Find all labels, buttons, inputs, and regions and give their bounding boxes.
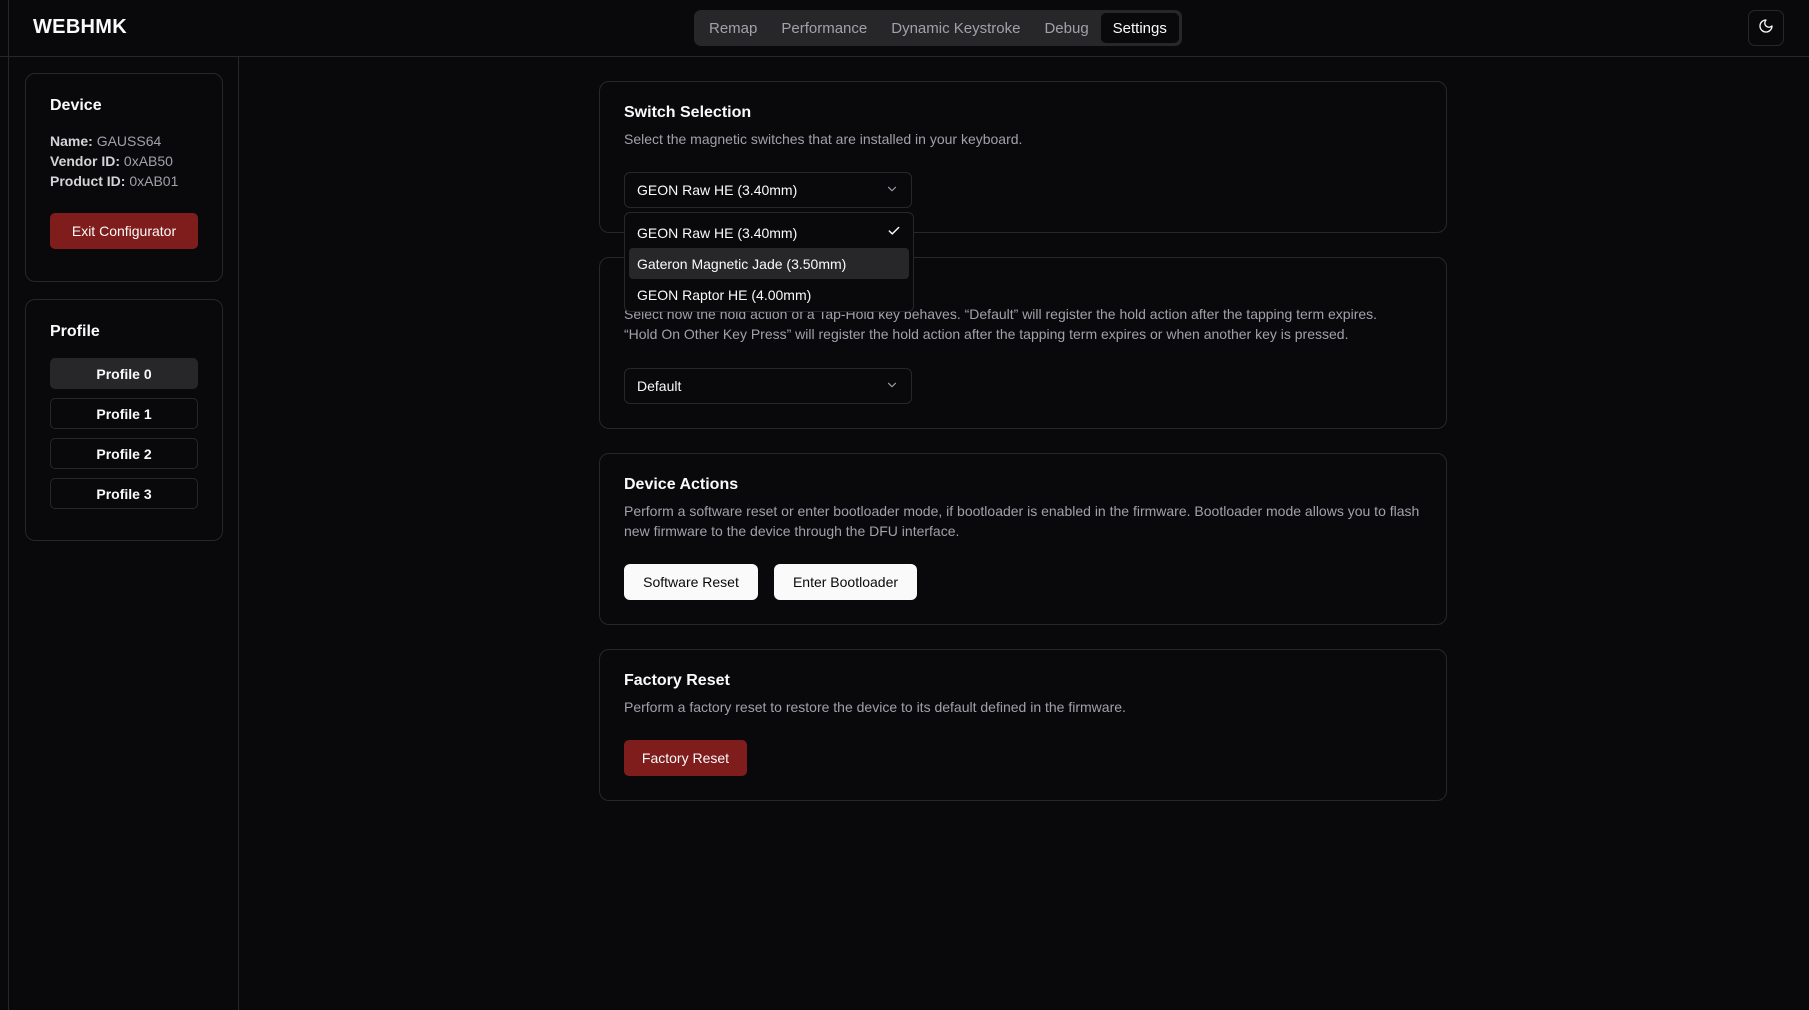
product-id-value: 0xAB01 [129, 173, 179, 189]
theme-toggle-button[interactable] [1748, 10, 1784, 46]
device-card-title: Device [50, 97, 102, 114]
device-actions-title: Device Actions [624, 476, 739, 493]
profile-card: Profile Profile 0 Profile 1 Profile 2 Pr… [25, 299, 223, 541]
factory-reset-description: Perform a factory reset to restore the d… [624, 699, 1126, 715]
switch-option-label: Gateron Magnetic Jade (3.50mm) [637, 255, 847, 272]
tab-settings[interactable]: Settings [1100, 13, 1179, 43]
profile-2-button[interactable]: Profile 2 [50, 438, 198, 469]
switch-option-label: GEON Raw HE (3.40mm) [637, 224, 798, 241]
top-header: WEBHMK Remap Performance Dynamic Keystro… [0, 0, 1809, 57]
tab-debug[interactable]: Debug [1032, 13, 1100, 43]
main-nav-tabs: Remap Performance Dynamic Keystroke Debu… [694, 10, 1182, 46]
vendor-id-row: Vendor ID: 0xAB50 [50, 151, 198, 171]
enter-bootloader-button[interactable]: Enter Bootloader [774, 564, 917, 600]
tap-hold-select[interactable]: Default [624, 368, 912, 404]
switch-option-label: GEON Raptor HE (4.00mm) [637, 286, 812, 303]
switch-option-geon-raw-he[interactable]: GEON Raw HE (3.40mm) [629, 217, 909, 248]
switch-select[interactable]: GEON Raw HE (3.40mm) [624, 172, 912, 208]
switch-selection-title: Switch Selection [624, 104, 752, 121]
switch-selection-card: Switch Selection Select the magnetic swi… [599, 81, 1447, 233]
chevron-down-icon [885, 182, 899, 199]
factory-reset-card: Factory Reset Perform a factory reset to… [599, 649, 1447, 801]
switch-option-gateron-magnetic-jade[interactable]: Gateron Magnetic Jade (3.50mm) [629, 248, 909, 279]
chevron-down-icon [885, 378, 899, 395]
sidebar-divider [238, 57, 239, 1010]
switch-select-dropdown: GEON Raw HE (3.40mm) Gateron Magnetic Ja… [624, 212, 914, 312]
profile-card-title: Profile [50, 323, 100, 340]
moon-icon [1758, 18, 1774, 39]
tap-hold-description-line2: “Hold On Other Key Press” will register … [624, 326, 1349, 342]
vendor-id-value: 0xAB50 [123, 153, 173, 169]
device-info: Name: GAUSS64 Vendor ID: 0xAB50 Product … [50, 131, 198, 191]
tab-dynamic-keystroke[interactable]: Dynamic Keystroke [879, 13, 1032, 43]
software-reset-button[interactable]: Software Reset [624, 564, 758, 600]
device-name-value: GAUSS64 [96, 133, 162, 149]
left-edge-divider [8, 0, 9, 1010]
factory-reset-button[interactable]: Factory Reset [624, 740, 747, 776]
tab-remap[interactable]: Remap [697, 13, 769, 43]
device-actions-description: Perform a software reset or enter bootlo… [624, 503, 1420, 539]
device-actions-card: Device Actions Perform a software reset … [599, 453, 1447, 625]
check-icon [887, 224, 901, 241]
device-card: Device Name: GAUSS64 Vendor ID: 0xAB50 P… [25, 73, 223, 282]
exit-configurator-button[interactable]: Exit Configurator [50, 213, 198, 249]
switch-option-geon-raptor-he[interactable]: GEON Raptor HE (4.00mm) [629, 279, 909, 310]
switch-selection-description: Select the magnetic switches that are in… [624, 131, 1023, 147]
profile-0-button[interactable]: Profile 0 [50, 358, 198, 389]
tap-hold-select-value: Default [637, 378, 682, 394]
app-logo: WEBHMK [33, 16, 128, 38]
factory-reset-title: Factory Reset [624, 672, 730, 689]
switch-select-value: GEON Raw HE (3.40mm) [637, 182, 798, 198]
vendor-id-label: Vendor ID: [50, 153, 121, 169]
profile-3-button[interactable]: Profile 3 [50, 478, 198, 509]
product-id-row: Product ID: 0xAB01 [50, 171, 198, 191]
profile-1-button[interactable]: Profile 1 [50, 398, 198, 429]
tab-performance[interactable]: Performance [769, 13, 879, 43]
device-name-label: Name: [50, 133, 93, 149]
device-name-row: Name: GAUSS64 [50, 131, 198, 151]
product-id-label: Product ID: [50, 173, 126, 189]
